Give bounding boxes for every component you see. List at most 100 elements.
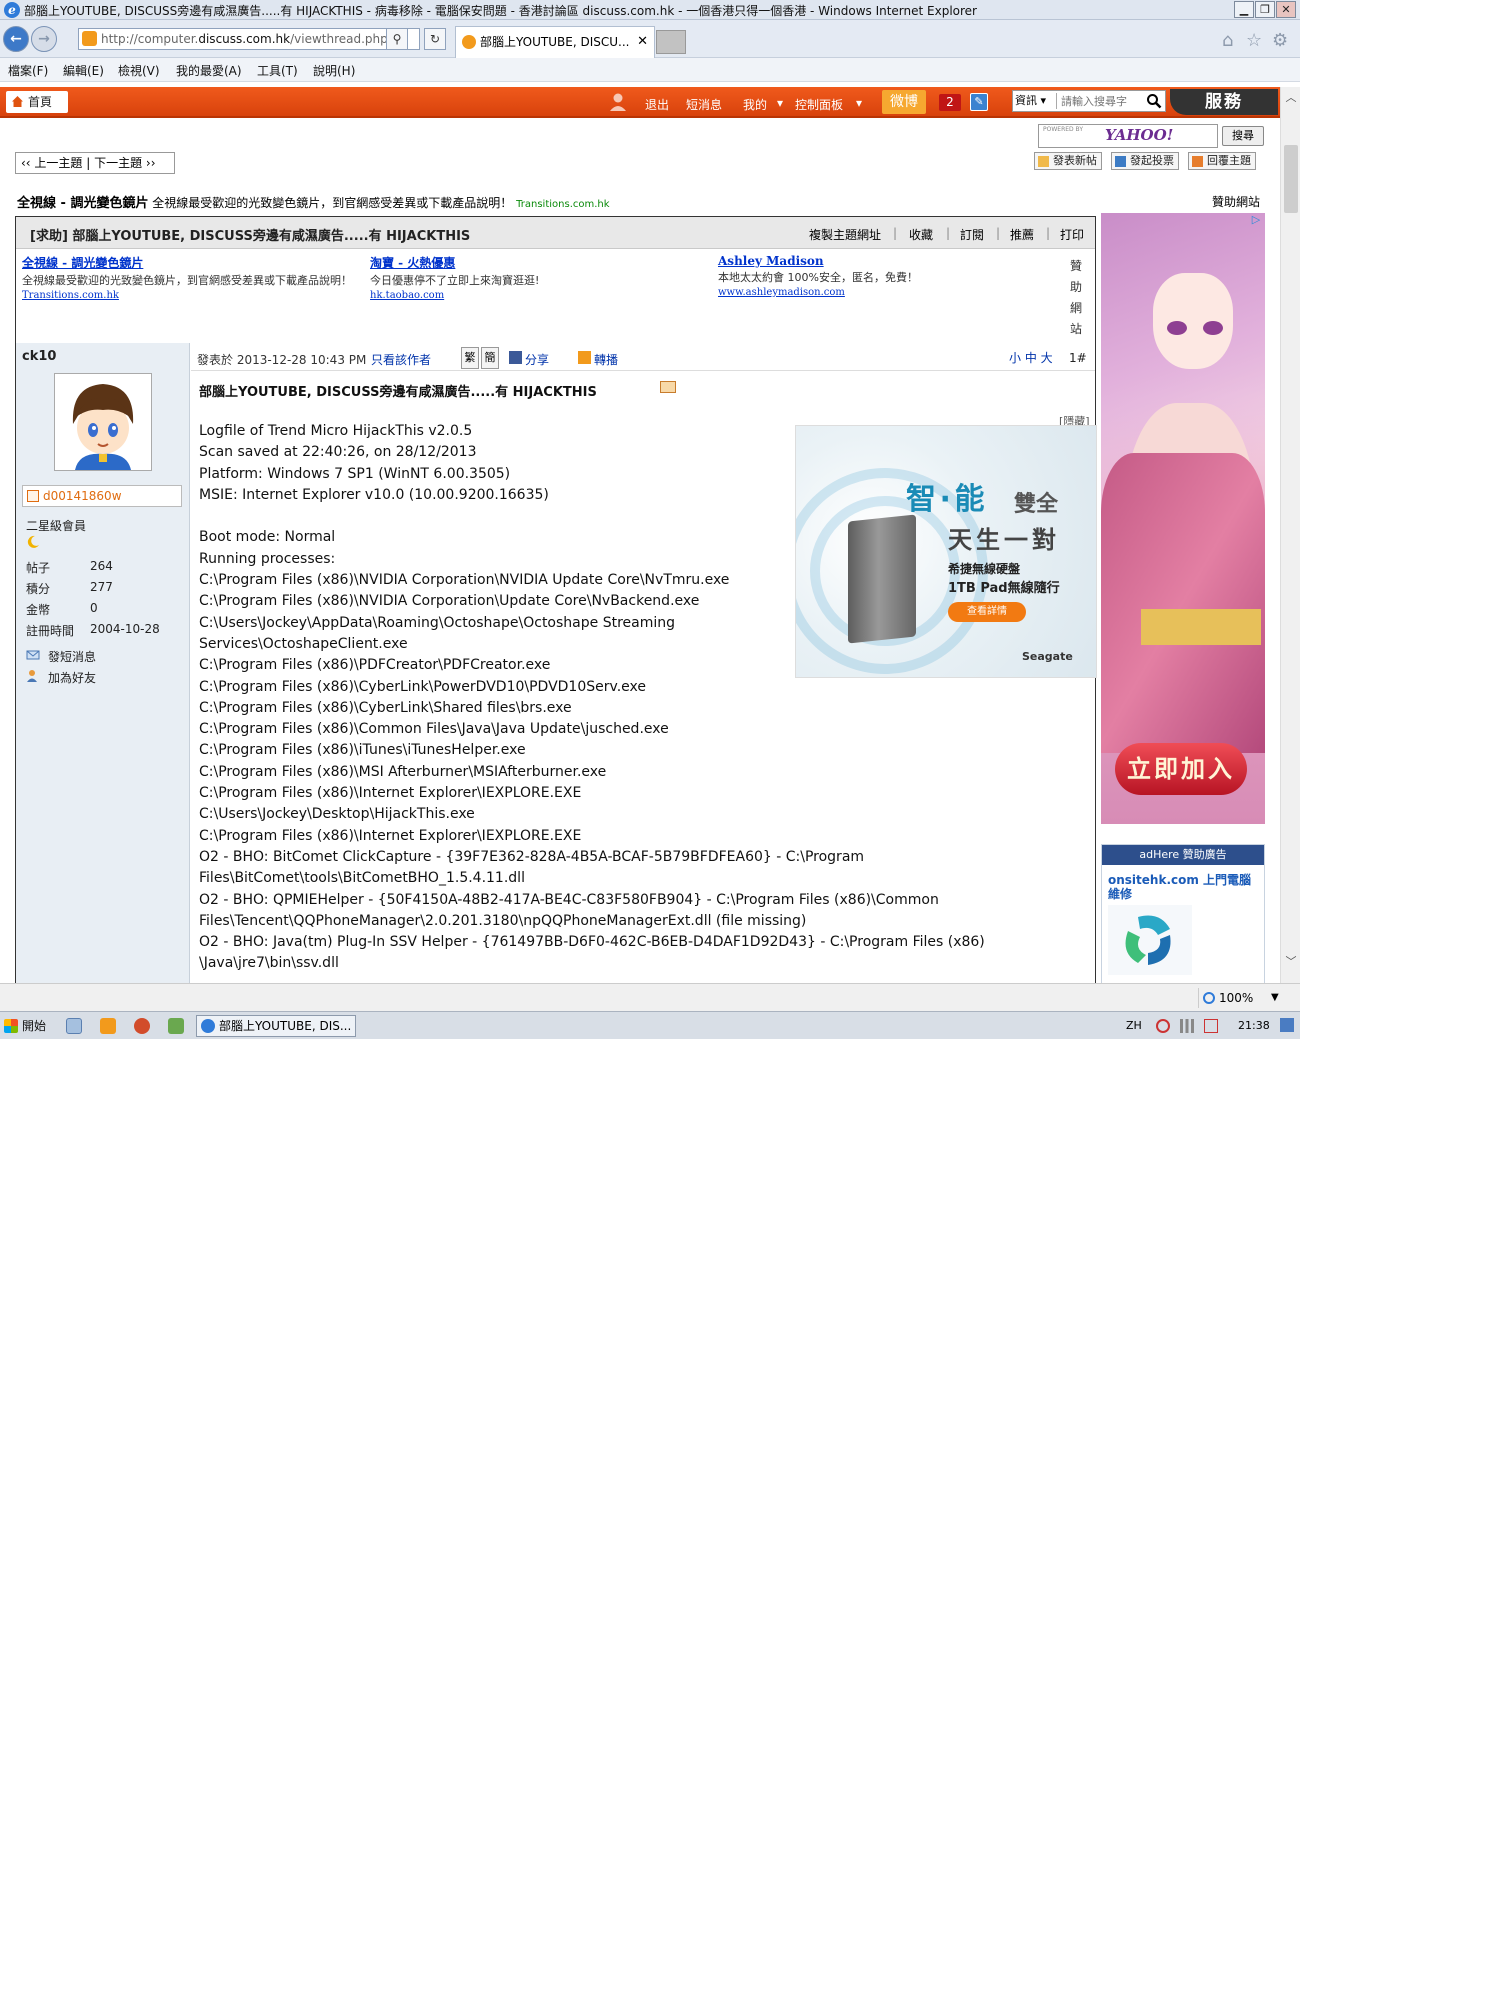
top-ad-title[interactable]: 全視線 - 調光變色鏡片	[17, 196, 148, 211]
ad-cta-button[interactable]: 查看詳情	[948, 602, 1026, 622]
simplified-chinese-button[interactable]: 簡	[481, 347, 499, 369]
avatar[interactable]	[54, 373, 152, 471]
adchoices-icon[interactable]: ▷	[1249, 213, 1263, 227]
favorite-link[interactable]: 收藏	[909, 226, 933, 243]
zoom-control[interactable]: 100% ▼	[1198, 988, 1282, 1008]
favorites-icon[interactable]: ☆	[1246, 30, 1262, 51]
prev-next-topic-nav[interactable]: ‹‹ 上一主題 | 下一主題 ››	[15, 152, 175, 174]
my-menu-chevron-down-icon[interactable]: ▾	[777, 96, 783, 110]
mail-icon[interactable]	[660, 381, 676, 393]
pencil-icon[interactable]: ✎	[970, 93, 988, 111]
my-menu-link[interactable]: 我的	[743, 96, 767, 113]
ad-url[interactable]: www.ashleymadison.com	[718, 287, 1048, 298]
control-panel-link[interactable]: 控制面板	[795, 96, 843, 113]
new-topic-button[interactable]: 發表新帖	[1034, 152, 1102, 170]
yahoo-search-input[interactable]: POWERED BY YAHOO!	[1038, 124, 1218, 148]
site-home-button[interactable]: 首頁	[6, 91, 68, 113]
menu-edit[interactable]: 編輯(E)	[63, 62, 104, 79]
author-name[interactable]: ck10	[22, 349, 56, 364]
menu-favorites[interactable]: 我的最愛(A)	[176, 62, 242, 79]
close-button[interactable]: ✕	[1276, 1, 1296, 18]
author-id-badge[interactable]: d00141860w	[22, 485, 182, 507]
adhere-ad-link[interactable]: onsitehk.com 上門電腦維修	[1108, 873, 1258, 901]
menu-help[interactable]: 說明(H)	[313, 62, 355, 79]
ad-url[interactable]: hk.taobao.com	[370, 290, 700, 301]
restore-button[interactable]: ❐	[1255, 1, 1275, 18]
print-link[interactable]: 打印	[1060, 226, 1084, 243]
author-only-link[interactable]: 只看該作者	[371, 351, 431, 368]
tab-active[interactable]: 部腦上YOUTUBE, DISCU... ✕	[455, 26, 655, 58]
weibo-button[interactable]: 微博	[882, 90, 926, 114]
seagate-banner-ad[interactable]: 智‧能 雙全 天生一對 希捷無線硬盤 1TB Pad無線隨行 查看詳情 Seag…	[795, 425, 1097, 678]
show-desktop-button[interactable]	[1280, 1018, 1294, 1032]
service-menu-button[interactable]: 服務	[1170, 89, 1278, 115]
home-icon[interactable]: ⌂	[1222, 30, 1233, 51]
top-text-ad[interactable]: 全視線 - 調光變色鏡片 全視線最受歡迎的光致變色鏡片，到官網感受差異或下載產品…	[17, 192, 610, 211]
volume-muted-icon[interactable]	[1204, 1019, 1218, 1033]
chrome-icon[interactable]	[134, 1018, 150, 1034]
house-icon	[12, 96, 23, 107]
scroll-down-icon[interactable]: ﹀	[1281, 953, 1300, 971]
logout-link[interactable]: 退出	[645, 96, 669, 113]
send-pm-link[interactable]: 發短消息	[26, 648, 96, 665]
search-type-select[interactable]: 資訊 ▾	[1015, 93, 1057, 109]
yahoo-search-button[interactable]: 搜尋	[1222, 126, 1264, 146]
font-size-switcher[interactable]: 小 中 大	[1009, 349, 1053, 366]
recommend-link[interactable]: 推薦	[1010, 226, 1034, 243]
tools-gear-icon[interactable]: ⚙	[1272, 30, 1288, 51]
add-friend-link[interactable]: 加為好友	[26, 669, 96, 686]
ad-title[interactable]: 淘寶 - 火熱優惠	[370, 254, 700, 271]
tab-close-icon[interactable]: ✕	[637, 27, 648, 57]
facebook-share-link[interactable]: 分享	[509, 351, 549, 368]
zoom-chevron-down-icon[interactable]: ▼	[1271, 988, 1279, 1008]
notification-badge[interactable]: 2	[939, 94, 961, 111]
language-indicator[interactable]: ZH	[1126, 1019, 1142, 1032]
skyscraper-ad[interactable]: 立即加入 ▷	[1101, 213, 1265, 824]
ad-title[interactable]: 全視線 - 調光變色鏡片	[22, 254, 352, 271]
subscribe-link[interactable]: 訂閱	[960, 226, 984, 243]
media-player-icon[interactable]	[100, 1018, 116, 1034]
join-now-button[interactable]: 立即加入	[1115, 743, 1247, 795]
ad-title[interactable]: Ashley Madison	[718, 254, 1048, 268]
site-search-input[interactable]	[1061, 93, 1145, 109]
log-line: C:\Program Files (x86)\Internet Explorer…	[199, 785, 582, 802]
show-desktop-icon[interactable]	[66, 1018, 82, 1034]
traditional-chinese-button[interactable]: 繁	[461, 347, 479, 369]
network-signal-icon[interactable]	[1180, 1019, 1194, 1033]
control-panel-chevron-down-icon[interactable]: ▾	[856, 96, 862, 110]
search-icon[interactable]	[1146, 93, 1162, 109]
start-button[interactable]: 開始	[2, 1015, 50, 1037]
ad-unit[interactable]: Ashley Madison 本地太太約會 100%安全，匿名，免費！ www.…	[718, 254, 1048, 298]
security-alert-icon[interactable]	[1156, 1019, 1170, 1033]
network-app-icon[interactable]	[168, 1018, 184, 1034]
url-domain: discuss.com.hk	[198, 32, 291, 46]
menu-file[interactable]: 檔案(F)	[8, 62, 48, 79]
address-bar[interactable]: http://computer.discuss.com.hk/viewthrea…	[78, 28, 420, 50]
taskbar-ie-window[interactable]: 部腦上YOUTUBE, DIS...	[196, 1015, 356, 1037]
menu-view[interactable]: 檢視(V)	[118, 62, 160, 79]
page-scrollbar[interactable]: ︿ ﹀	[1280, 87, 1300, 983]
clock[interactable]: 21:38	[1238, 1019, 1270, 1032]
forward-button[interactable]: →	[31, 26, 57, 52]
refresh-icon[interactable]: ↻	[424, 28, 446, 50]
back-button[interactable]: ←	[3, 26, 29, 52]
address-search-icon[interactable]: ⚲	[386, 28, 408, 50]
scrollbar-thumb[interactable]	[1284, 145, 1298, 213]
top-ad-url[interactable]: Transitions.com.hk	[516, 199, 609, 210]
ad-unit[interactable]: 淘寶 - 火熱優惠 今日優惠停不了立即上來淘寶逛逛! hk.taobao.com	[370, 254, 700, 301]
messages-link[interactable]: 短消息	[686, 96, 722, 113]
ad-url[interactable]: Transitions.com.hk	[22, 290, 352, 301]
ad-unit[interactable]: 全視線 - 調光變色鏡片 全視線最受歡迎的光致變色鏡片，到官網感受差異或下載產品…	[22, 254, 352, 301]
stat-value: 277	[90, 580, 113, 594]
menu-tools[interactable]: 工具(T)	[257, 62, 298, 79]
new-tab-button[interactable]	[656, 30, 686, 54]
copy-url-link[interactable]: 複製主題網址	[809, 226, 881, 243]
new-poll-button[interactable]: 發起投票	[1111, 152, 1179, 170]
onsitehk-logo-icon[interactable]	[1108, 905, 1192, 975]
scroll-up-icon[interactable]: ︿	[1281, 89, 1300, 107]
url-prefix: http://computer.	[101, 32, 199, 46]
stat-register-date: 註冊時間 2004-10-28	[26, 622, 160, 639]
repost-link[interactable]: 轉播	[578, 351, 618, 368]
minimize-button[interactable]: ▁	[1234, 1, 1254, 18]
reply-button[interactable]: 回覆主題	[1188, 152, 1256, 170]
